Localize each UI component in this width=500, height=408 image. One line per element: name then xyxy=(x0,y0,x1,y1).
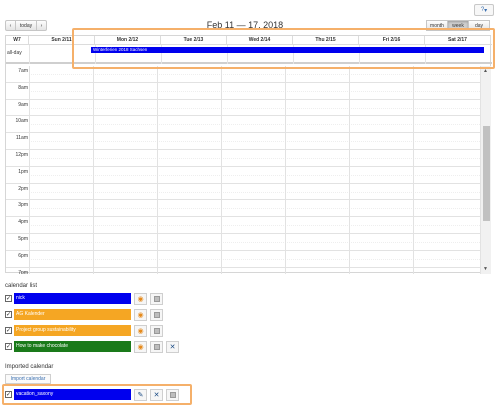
imported-calendar-title: Imported calendar xyxy=(5,364,54,370)
time-label: 7pm xyxy=(18,269,28,274)
time-label: 8am xyxy=(18,84,28,91)
calendar-checkbox[interactable]: ✓ xyxy=(5,295,12,302)
highlight-box xyxy=(72,28,495,69)
next-button[interactable]: › xyxy=(36,20,47,31)
time-label: 6pm xyxy=(18,252,28,259)
day-columns xyxy=(29,66,477,274)
calendar-name[interactable]: How to make chocolate xyxy=(14,341,131,352)
calendar-checkbox[interactable]: ✓ xyxy=(5,327,12,334)
time-grid-scrollbar[interactable]: ▲ ▼ xyxy=(480,66,491,274)
rss-button[interactable]: ◉ xyxy=(134,340,147,353)
time-label: 12pm xyxy=(15,151,28,158)
allday-label: all-day xyxy=(7,50,22,56)
today-button[interactable]: today xyxy=(15,20,37,31)
color-button[interactable] xyxy=(150,324,163,337)
color-button[interactable] xyxy=(150,308,163,321)
calendar-list-title: calendar list xyxy=(5,283,38,289)
time-label: 4pm xyxy=(18,219,28,226)
help-button[interactable]: ? ▾ xyxy=(474,4,494,16)
nav-buttons: ‹ today › xyxy=(5,20,47,31)
color-button[interactable] xyxy=(150,340,163,353)
rss-icon: ◉ xyxy=(137,343,144,351)
rss-button[interactable]: ◉ xyxy=(134,324,147,337)
rss-icon: ◉ xyxy=(137,311,144,319)
time-label: 1pm xyxy=(18,168,28,175)
calendar-name[interactable]: AG Kalender xyxy=(14,309,131,320)
color-swatch-icon xyxy=(153,343,160,350)
chevron-down-icon: ▾ xyxy=(484,7,488,14)
color-swatch-icon xyxy=(153,295,160,302)
scroll-down-icon[interactable]: ▼ xyxy=(483,266,488,272)
time-label: 3pm xyxy=(18,202,28,209)
calendar-list-item: ✓ Project group sustainability ◉ xyxy=(5,324,163,337)
time-label: 5pm xyxy=(18,235,28,242)
time-label: 10am xyxy=(15,118,28,125)
scrollbar-thumb[interactable] xyxy=(483,126,490,221)
delete-button[interactable]: ✕ xyxy=(166,340,179,353)
calendar-list-item: ✓ How to make chocolate ◉ ✕ xyxy=(5,340,179,353)
rss-button[interactable]: ◉ xyxy=(134,308,147,321)
rss-icon: ◉ xyxy=(137,295,144,303)
time-label: 11am xyxy=(15,135,28,142)
week-calendar: W7 Sun 2/11 Mon 2/12 Tue 2/13 Wed 2/14 T… xyxy=(5,35,492,274)
color-button[interactable] xyxy=(150,292,163,305)
rss-button[interactable]: ◉ xyxy=(134,292,147,305)
calendar-name[interactable]: Project group sustainability xyxy=(14,325,131,336)
time-grid[interactable]: 7am 8am 9am 10am 11am 12pm 1pm 2pm 3pm 4… xyxy=(6,66,480,274)
import-calendar-button[interactable]: Import calendar xyxy=(5,374,51,384)
calendar-checkbox[interactable]: ✓ xyxy=(5,311,12,318)
calendar-list-item: ✓ nick ◉ xyxy=(5,292,163,305)
rss-icon: ◉ xyxy=(137,327,144,335)
calendar-name[interactable]: nick xyxy=(14,293,131,304)
color-swatch-icon xyxy=(153,327,160,334)
time-label: 7am xyxy=(18,68,28,74)
week-number: W7 xyxy=(6,36,29,44)
calendar-checkbox[interactable]: ✓ xyxy=(5,343,12,350)
close-icon: ✕ xyxy=(169,343,176,351)
calendar-list-item: ✓ AG Kalender ◉ xyxy=(5,308,163,321)
time-label: 2pm xyxy=(18,185,28,192)
highlight-box xyxy=(2,384,192,405)
time-label: 9am xyxy=(18,101,28,108)
color-swatch-icon xyxy=(153,311,160,318)
